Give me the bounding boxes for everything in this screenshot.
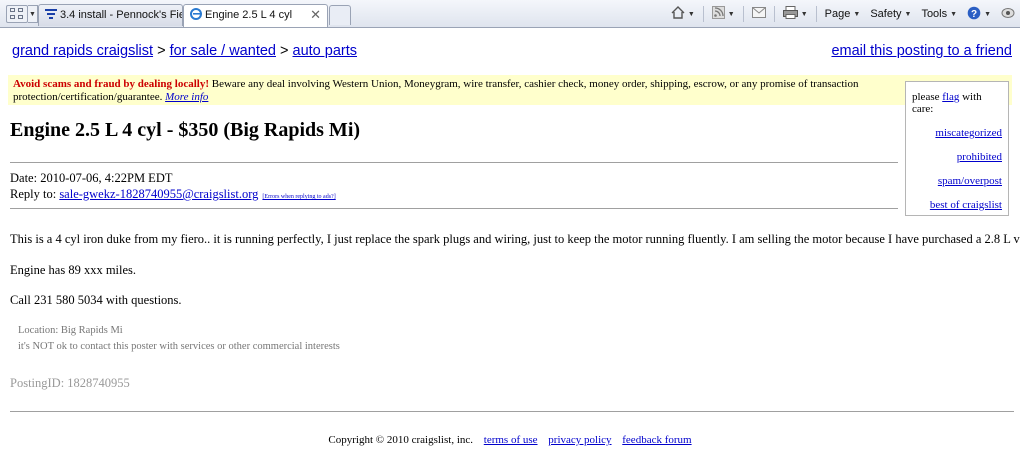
chevron-down-icon: ▼ xyxy=(950,10,958,18)
email-friend: email this posting to a friend xyxy=(831,43,1012,59)
posting-id: PostingID: 1828740955 xyxy=(10,376,130,390)
contact-notice: it's NOT ok to contact this poster with … xyxy=(18,341,340,352)
flag-best-of-link[interactable]: best of craigslist xyxy=(930,199,1002,211)
flag-prohibited-link[interactable]: prohibited xyxy=(957,151,1002,163)
email-posting-link[interactable]: email this posting to a friend xyxy=(831,43,1012,59)
privacy-policy-link[interactable]: privacy policy xyxy=(548,434,611,446)
read-mail-button[interactable] xyxy=(747,3,771,25)
chevron-down-icon: ▼ xyxy=(984,10,991,18)
ie-icon xyxy=(190,7,202,20)
reply-errors-link[interactable]: [Errors when replying to ads?] xyxy=(262,194,335,200)
tab-engine-posting[interactable]: Engine 2.5 L 4 cyl ✕ xyxy=(183,4,328,27)
reply-line: Reply to: sale-gwekz-1828740955@craigsli… xyxy=(10,186,336,205)
print-button[interactable]: ▼ xyxy=(778,3,813,25)
divider xyxy=(10,162,898,163)
tools-menu[interactable]: Tools ▼ xyxy=(916,3,962,25)
safety-menu[interactable]: Safety ▼ xyxy=(865,3,916,25)
breadcrumb-separator: > xyxy=(275,43,293,59)
page-menu[interactable]: Page ▼ xyxy=(820,3,866,25)
breadcrumb-section-link[interactable]: for sale / wanted xyxy=(170,43,276,59)
command-bar: ▼ ▼ ▼ Page ▼ Safety ▼ Tools ▼ ? ▼ xyxy=(666,3,1020,25)
divider xyxy=(815,6,817,22)
help-icon: ? xyxy=(967,6,981,23)
feeds-button[interactable]: ▼ xyxy=(707,3,740,25)
mail-icon xyxy=(751,7,766,21)
research-icon xyxy=(1001,7,1015,22)
flag-link[interactable]: flag xyxy=(942,91,959,103)
forum-icon xyxy=(45,7,57,19)
flag-spam-link[interactable]: spam/overpost xyxy=(938,175,1002,187)
divider xyxy=(10,411,1014,412)
divider xyxy=(742,6,744,22)
divider xyxy=(702,6,704,22)
divider xyxy=(10,208,898,209)
close-tab-icon[interactable]: ✕ xyxy=(310,5,321,25)
posting-paragraph: Engine has 89 xxx miles. xyxy=(10,263,137,277)
posting-location: Location: Big Rapids Mi xyxy=(18,325,123,336)
divider xyxy=(773,6,775,22)
posting-paragraph: Call 231 580 5034 with questions. xyxy=(10,293,182,307)
posting-paragraph: This is a 4 cyl iron duke from my fiero.… xyxy=(10,232,1020,246)
posting-meta: Date: 2010-07-06, 4:22PM EDT Reply to: s… xyxy=(10,170,336,205)
safety-menu-label: Safety xyxy=(870,8,902,20)
print-icon xyxy=(782,6,798,22)
warning-headline: Avoid scams and fraud by dealing locally… xyxy=(13,78,209,90)
chevron-down-icon: ▼ xyxy=(800,10,808,18)
tab-label: 3.4 install - Pennock's Fiero F... xyxy=(60,9,182,21)
flag-box: please flag with care: miscategorized pr… xyxy=(905,81,1009,216)
breadcrumb-category-link[interactable]: auto parts xyxy=(293,43,358,59)
rss-feed-icon xyxy=(711,6,725,22)
chevron-down-icon: ▼ xyxy=(853,10,861,18)
breadcrumb-separator: > xyxy=(153,43,170,59)
feedback-forum-link[interactable]: feedback forum xyxy=(622,434,691,446)
quick-tabs-icon[interactable] xyxy=(6,5,28,23)
page-menu-label: Page xyxy=(824,8,851,20)
reply-label: Reply to: xyxy=(10,187,60,201)
chevron-down-icon: ▼ xyxy=(727,10,735,18)
terms-of-use-link[interactable]: terms of use xyxy=(484,434,538,446)
copyright-text: Copyright © 2010 craigslist, inc. xyxy=(328,434,474,446)
browser-toolbar: ▼ 3.4 install - Pennock's Fiero F... Eng… xyxy=(0,0,1020,28)
craigslist-page: grand rapids craigslist > for sale / wan… xyxy=(0,29,1020,462)
home-button[interactable]: ▼ xyxy=(666,3,700,25)
tools-menu-label: Tools xyxy=(921,8,948,20)
new-tab-button[interactable] xyxy=(329,5,351,25)
more-info-link[interactable]: More info xyxy=(165,91,208,103)
breadcrumb: grand rapids craigslist > for sale / wan… xyxy=(12,43,357,59)
scam-warning-banner: Avoid scams and fraud by dealing locally… xyxy=(8,75,1012,105)
help-button[interactable]: ? ▼ xyxy=(962,3,996,25)
tab-label: Engine 2.5 L 4 cyl xyxy=(205,9,293,21)
svg-text:?: ? xyxy=(971,9,977,20)
tab-list-dropdown[interactable]: ▼ xyxy=(28,5,38,23)
home-icon xyxy=(671,6,685,22)
reply-email-link[interactable]: sale-gwekz-1828740955@craigslist.org xyxy=(59,187,258,201)
flag-heading: please flag with care: xyxy=(912,91,1002,115)
flag-prefix: please xyxy=(912,91,943,103)
research-button[interactable] xyxy=(996,3,1020,25)
posting-date: Date: 2010-07-06, 4:22PM EDT xyxy=(10,171,173,185)
chevron-down-icon: ▼ xyxy=(687,10,695,18)
tab-fiero-forum[interactable]: 3.4 install - Pennock's Fiero F... xyxy=(38,4,183,26)
flag-miscategorized-link[interactable]: miscategorized xyxy=(935,127,1002,139)
breadcrumb-site-link[interactable]: grand rapids craigslist xyxy=(12,43,153,59)
chevron-down-icon: ▼ xyxy=(904,10,912,18)
posting-title: Engine 2.5 L 4 cyl - $350 (Big Rapids Mi… xyxy=(10,119,361,141)
page-footer: Copyright © 2010 craigslist, inc. terms … xyxy=(0,434,1020,446)
